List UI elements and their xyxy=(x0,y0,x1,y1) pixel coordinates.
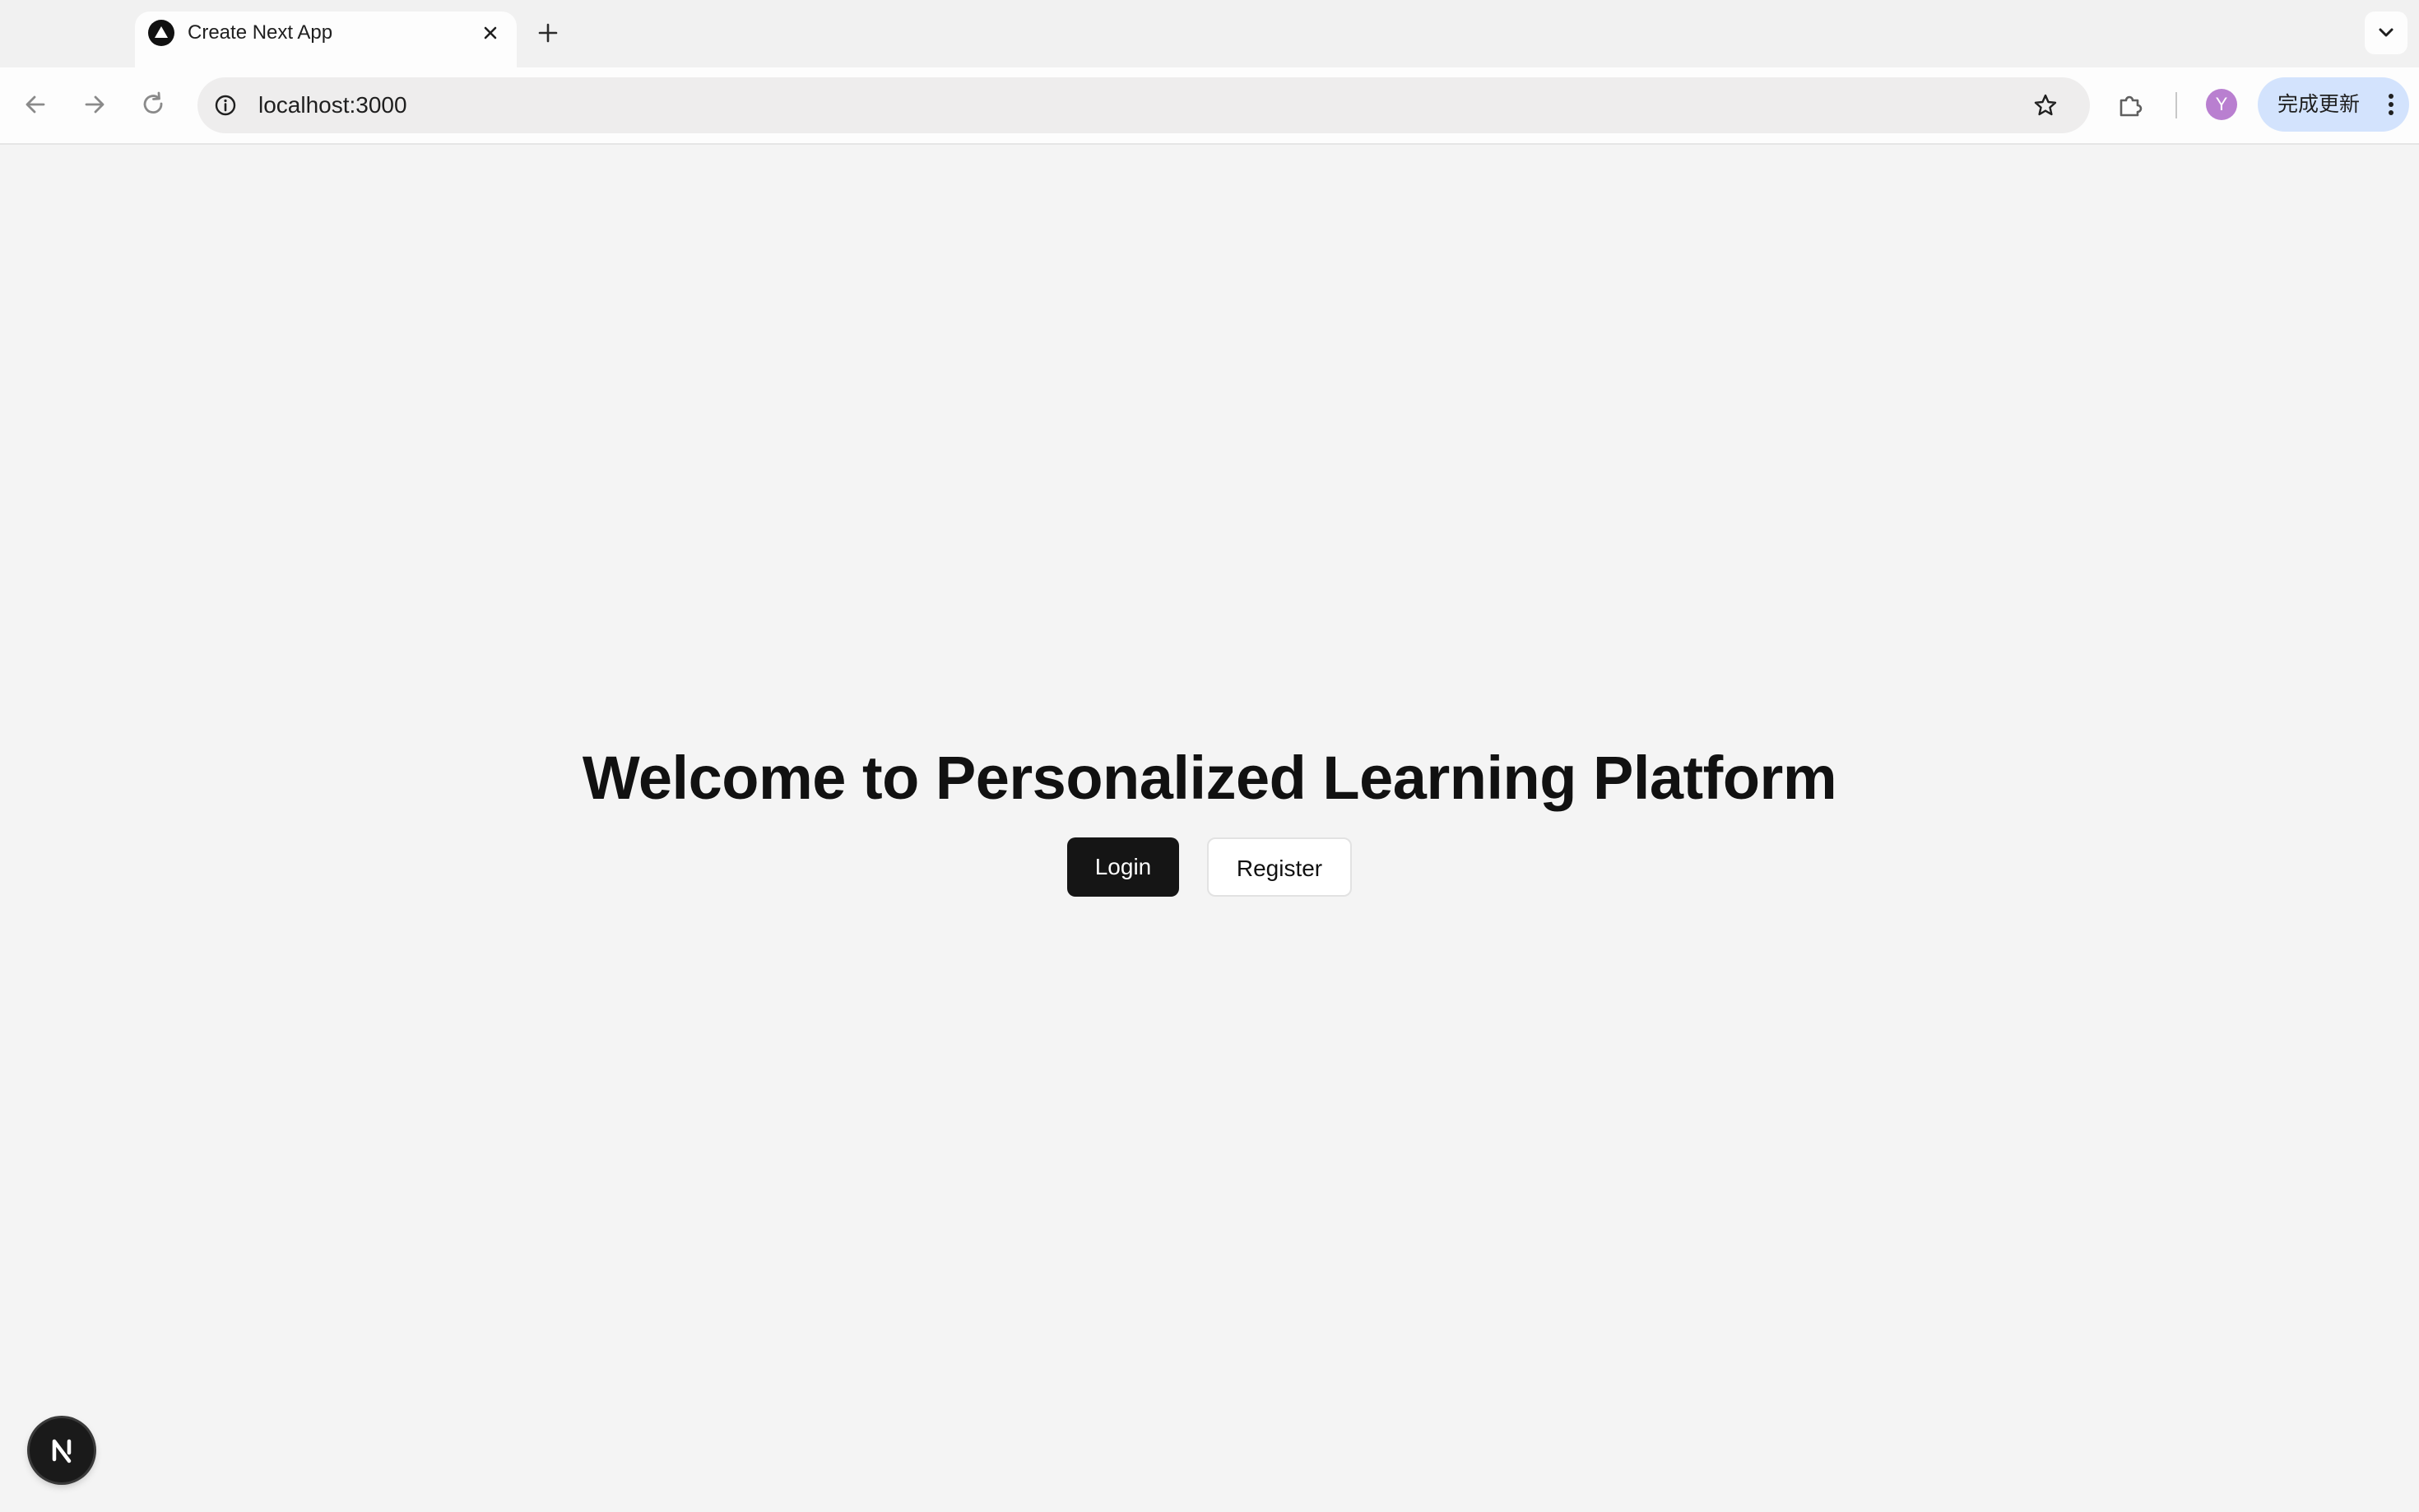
update-label: 完成更新 xyxy=(2277,93,2361,116)
hero-section: Welcome to Personalized Learning Platfor… xyxy=(0,740,2419,897)
page-title: Welcome to Personalized Learning Platfor… xyxy=(582,744,1837,812)
auth-actions: Login Register xyxy=(0,837,2419,897)
tab-create-next-app[interactable]: Create Next App xyxy=(135,12,517,67)
browser-toolbar: localhost:3000 Y 完成更新 xyxy=(0,67,2419,145)
kebab-menu-icon[interactable] xyxy=(2375,88,2407,121)
back-arrow-icon[interactable] xyxy=(16,86,54,123)
plus-icon[interactable] xyxy=(532,16,564,49)
url-text: localhost:3000 xyxy=(258,92,407,118)
tab-title: Create Next App xyxy=(188,21,333,44)
nextjs-dev-indicator[interactable] xyxy=(30,1418,94,1482)
register-button[interactable]: Register xyxy=(1207,837,1352,897)
tab-strip: Create Next App xyxy=(0,0,2419,67)
address-bar[interactable]: localhost:3000 xyxy=(197,77,2090,133)
update-button[interactable]: 完成更新 xyxy=(2258,77,2409,132)
close-icon[interactable] xyxy=(476,18,505,48)
chevron-down-icon[interactable] xyxy=(2365,12,2407,54)
info-icon[interactable] xyxy=(212,92,239,118)
nextjs-logo-icon xyxy=(52,1439,72,1463)
star-icon[interactable] xyxy=(2031,90,2060,120)
nextjs-triangle-icon xyxy=(148,20,174,46)
page-viewport: Welcome to Personalized Learning Platfor… xyxy=(0,145,2419,1512)
avatar[interactable]: Y xyxy=(2206,89,2237,120)
login-button[interactable]: Login xyxy=(1067,837,1179,897)
forward-arrow-icon[interactable] xyxy=(76,86,114,123)
puzzle-icon[interactable] xyxy=(2113,87,2149,123)
toolbar-divider xyxy=(2175,92,2177,118)
reload-icon[interactable] xyxy=(135,86,173,123)
